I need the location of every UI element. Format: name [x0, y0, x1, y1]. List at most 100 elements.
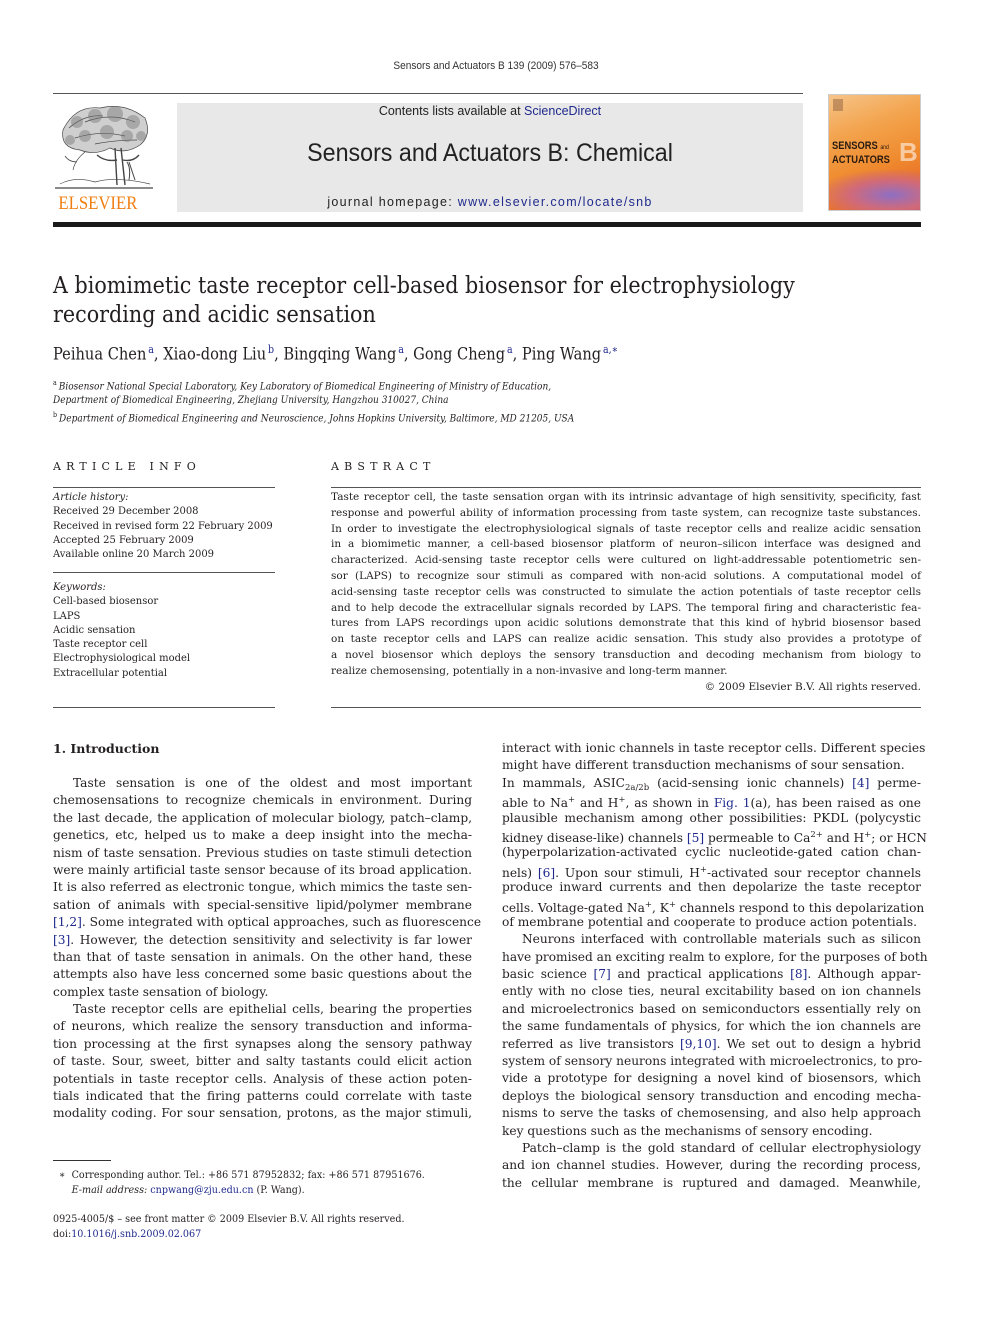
- text-run: Taste receptor cells are epithelial cell…: [73, 1002, 472, 1017]
- article-title-line1: A biomimetic taste receptor cell-based b…: [53, 271, 795, 299]
- author-name[interactable]: Bingqing Wang: [283, 345, 396, 365]
- text-line: referred as live transistors [9,10]. We …: [502, 1036, 921, 1053]
- citation-link[interactable]: [5]: [687, 831, 704, 845]
- journal-masthead: Contents lists available at ScienceDirec…: [177, 103, 803, 212]
- abstract-line: realize chemosensing, potentially in a n…: [331, 664, 728, 677]
- text-run: . Although appar-: [807, 967, 921, 982]
- author-separator: ,: [274, 344, 284, 365]
- text-run: channels respond to this depolarization: [675, 900, 925, 915]
- abstract-line: In order to investigate the electrophysi…: [331, 522, 921, 535]
- abstract-label: ABSTRACT: [331, 460, 436, 473]
- text-run: kidney disease-like) channels: [502, 830, 687, 845]
- affiliation-marker[interactable]: a,∗: [601, 343, 618, 356]
- text-run: tials indicated that the firing patterns…: [53, 1089, 472, 1104]
- history-item: Received 29 December 2008: [53, 505, 199, 518]
- text-line: produce inward currents and then depolar…: [502, 880, 921, 895]
- superscript: +: [618, 795, 626, 806]
- cover-logo-icon: [833, 99, 843, 111]
- text-line: [1,2]. Some integrated with optical appr…: [53, 914, 481, 931]
- footnote-email-label: E-mail address:: [71, 1183, 151, 1196]
- keyword-item[interactable]: Electrophysiological model: [53, 651, 264, 665]
- text-run: perme-: [869, 775, 921, 790]
- journal-cover-image[interactable]: B SENSORS and ACTUATORS: [828, 94, 921, 211]
- text-run: basic science: [502, 967, 594, 982]
- elsevier-wordmark: ELSEVIER: [58, 193, 138, 214]
- doi-link[interactable]: 10.1016/j.snb.2009.02.067: [71, 1228, 201, 1240]
- author-name[interactable]: Peihua Chen: [53, 345, 146, 365]
- abstract-line: sor (LAPS) to recognize sour stimuli as …: [331, 569, 921, 582]
- keyword-item[interactable]: LAPS: [53, 609, 264, 623]
- text-run: attempts also have less concerned some b…: [53, 967, 472, 982]
- keyword-item[interactable]: Acidic sensation: [53, 623, 264, 637]
- citation-link[interactable]: [3]: [53, 933, 70, 947]
- article-info-bottom-rule: [53, 707, 275, 708]
- text-run: nels): [502, 865, 538, 880]
- cover-title-line1: SENSORS: [832, 140, 878, 152]
- text-line: system of sensory neurons integrated wit…: [502, 1054, 923, 1069]
- text-run: , as shown in: [625, 796, 714, 811]
- keyword-item[interactable]: Extracellular potential: [53, 666, 264, 680]
- author-list: Peihua Chen a, Xiao-dong Liu b, Bingqing…: [53, 343, 618, 365]
- keywords-rule: [53, 572, 275, 573]
- contents-prefix: Contents lists available at: [378, 104, 525, 118]
- text-run: . We set out to design a hybrid: [716, 1036, 921, 1051]
- text-line: able to Na+ and H+, as shown in Fig. 1(a…: [502, 792, 921, 811]
- doi-prefix: doi:: [53, 1227, 72, 1240]
- text-run: complex taste sensation of biology.: [53, 984, 269, 999]
- abstract-bottom-rule: [331, 707, 921, 708]
- text-line: nisms to serve the tasks of chemosensing…: [502, 1106, 921, 1121]
- citation-link[interactable]: [7]: [594, 967, 611, 981]
- text-line: [3]. However, the detection sensitivity …: [53, 932, 472, 949]
- text-line: tion processing at the first synapses al…: [53, 1036, 472, 1053]
- elsevier-logo[interactable]: ELSEVIER: [53, 100, 155, 215]
- text-line: the same fundamentals of physics, for wh…: [502, 1019, 921, 1034]
- affiliation-marker[interactable]: b: [266, 343, 274, 356]
- text-line: of neurons, which realize the sensory tr…: [53, 1018, 472, 1035]
- history-item: Accepted 25 February 2009: [53, 533, 194, 546]
- text-line: Patch–clamp is the gold standard of cell…: [522, 1140, 921, 1155]
- text-run: and H: [822, 830, 865, 845]
- left-column-text: Taste sensation is one of the oldest and…: [53, 775, 481, 1123]
- article-title: A biomimetic taste receptor cell-based b…: [53, 271, 810, 328]
- abstract-line: characterized. Acid-sensing taste recept…: [331, 554, 921, 567]
- text-line: (hyperpolarization-activated cyclic nucl…: [502, 845, 921, 860]
- abstract-line: Taste receptor cell, the taste sensation…: [331, 491, 921, 503]
- text-run: were mainly artificial taste sensor beca…: [53, 862, 472, 877]
- text-run: . Upon sour stimuli, H: [555, 865, 700, 880]
- keyword-item[interactable]: Cell-based biosensor: [53, 594, 264, 608]
- footnote-rule: [53, 1160, 111, 1161]
- citation-link[interactable]: [4]: [852, 776, 869, 790]
- author-name[interactable]: Ping Wang: [522, 345, 601, 365]
- citation-link[interactable]: [6]: [538, 866, 555, 880]
- author-separator: ,: [403, 344, 414, 365]
- text-run: potentials in taste receptor cells. Anal…: [53, 1071, 472, 1086]
- text-run: able to Na: [502, 796, 569, 811]
- history-item: Available online 20 March 2009: [53, 548, 215, 561]
- citation-link[interactable]: [8]: [790, 967, 807, 981]
- journal-homepage-link[interactable]: www.elsevier.com/locate/snb: [458, 195, 653, 209]
- superscript: 2+: [810, 829, 823, 840]
- text-line: In mammals, ASIC2a/2b (acid-sensing ioni…: [502, 775, 921, 793]
- header-divider: [53, 222, 921, 227]
- keyword-item[interactable]: Taste receptor cell: [53, 637, 264, 651]
- figure-link[interactable]: Fig. 1: [714, 796, 751, 810]
- citation-link[interactable]: [9,10]: [680, 1037, 717, 1051]
- text-run: chemosensations to recognize chemicals i…: [53, 793, 472, 808]
- sciencedirect-link[interactable]: ScienceDirect: [524, 104, 601, 118]
- homepage-prefix: journal homepage:: [327, 195, 458, 209]
- text-run: . However, the detection sensitivity and…: [70, 932, 472, 947]
- text-line: ently with no close ties, neural excitab…: [502, 984, 921, 999]
- contents-lists-line: Contents lists available at ScienceDirec…: [177, 104, 803, 118]
- text-line: potentials in taste receptor cells. Anal…: [53, 1071, 472, 1088]
- text-line: were mainly artificial taste sensor beca…: [53, 862, 472, 879]
- superscript: +: [668, 899, 676, 910]
- citation-link[interactable]: [1,2]: [53, 915, 82, 929]
- text-run: . Some integrated with optical approache…: [81, 915, 482, 930]
- affiliation-marker[interactable]: a: [396, 343, 404, 356]
- author-name[interactable]: Gong Cheng: [413, 345, 505, 365]
- history-item: Received in revised form 22 February 200…: [53, 519, 273, 532]
- text-line: Neurons interfaced with controllable mat…: [522, 932, 921, 947]
- author-email-link[interactable]: cnpwang@zju.edu.cn: [150, 1184, 253, 1196]
- text-run: It is also referred as electronic tongue…: [53, 880, 472, 895]
- author-name[interactable]: Xiao-dong Liu: [163, 345, 266, 365]
